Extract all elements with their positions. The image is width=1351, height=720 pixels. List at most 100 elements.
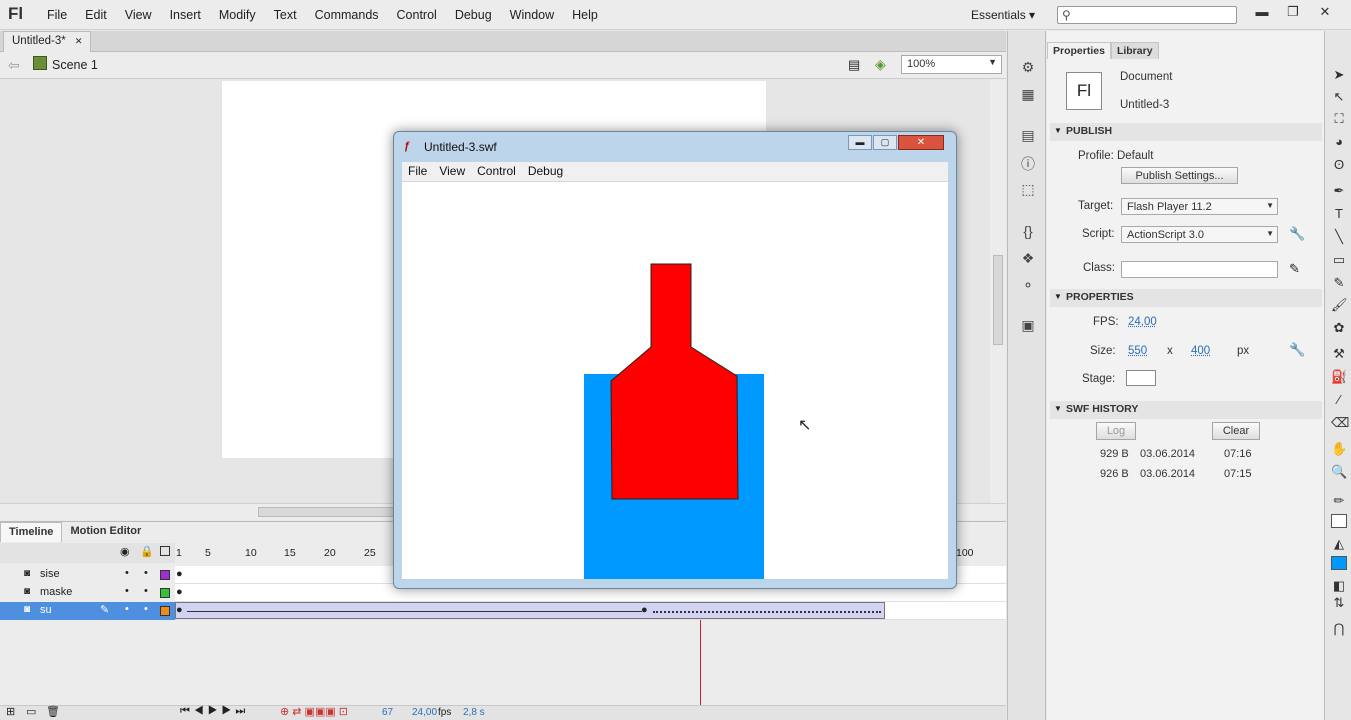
collapse-icon[interactable]: ▼ [1054,292,1062,301]
layer-color-swatch[interactable] [160,606,170,616]
width-input[interactable]: 550 [1128,345,1147,357]
publish-settings-button[interactable]: Publish Settings... [1121,167,1238,184]
edit-symbols-icon[interactable]: ▤ [848,57,860,73]
pencil-icon[interactable]: ✎ [1289,261,1300,277]
menu-commands[interactable]: Commands [306,8,388,22]
onion-skin-icons[interactable]: ⊕ ⇄ ▣▣▣ ⊡ [280,705,348,718]
paint-bucket-tool-icon[interactable]: ⛽ [1331,369,1347,385]
layer-name[interactable]: sise [40,568,60,580]
tab-timeline[interactable]: Timeline [0,522,63,542]
free-transform-tool-icon[interactable]: ⛶ [1331,111,1347,127]
bone-tool-icon[interactable]: ⚒ [1331,346,1347,362]
text-tool-icon[interactable]: T [1331,206,1347,222]
edit-scene-icon[interactable]: ◈ [875,56,886,73]
eye-icon[interactable]: ◉ [120,545,130,558]
layer-color-swatch[interactable] [160,570,170,580]
subselection-tool-icon[interactable]: ↖ [1331,89,1347,105]
swf-menu-view[interactable]: View [433,162,471,181]
lock-icon[interactable]: 🔒 [140,545,154,558]
properties-section-header[interactable]: PROPERTIES [1050,289,1322,307]
layer-name[interactable]: su [40,604,52,616]
swf-canvas[interactable] [402,182,948,579]
wrench-icon[interactable]: 🔧 [1289,342,1305,358]
rectangle-tool-icon[interactable]: ▭ [1331,252,1347,268]
close-icon[interactable]: ✕ [75,36,83,46]
outline-icon[interactable] [160,546,170,556]
class-input[interactable] [1121,261,1278,278]
stroke-color-icon[interactable]: ✏ [1331,493,1347,509]
swap-colors-icon[interactable]: ⇅ [1331,595,1347,611]
vertical-scrollbar[interactable] [990,79,1006,503]
components-icon[interactable]: ❖ [1018,250,1038,268]
swf-close-button[interactable]: ✕ [898,135,944,150]
tab-properties[interactable]: Properties [1047,42,1111,59]
menu-modify[interactable]: Modify [210,8,265,22]
visible-dot[interactable]: • [125,585,129,597]
playback-controls[interactable]: ⏮◀▶▶⏭ [180,705,249,718]
script-select[interactable]: ActionScript 3.0 ▼ [1121,226,1278,243]
clear-button[interactable]: Clear [1212,422,1260,440]
layer-color-swatch[interactable] [160,588,170,598]
new-folder-icon[interactable]: ▭ [26,705,36,718]
transform-icon[interactable]: ⬚ [1018,181,1038,199]
stage-color-swatch[interactable] [1126,370,1156,386]
swf-minimize-button[interactable]: ▬ [848,135,872,150]
menu-insert[interactable]: Insert [161,8,210,22]
movie-explorer-icon[interactable]: ▣ [1018,317,1038,335]
motion-presets-icon[interactable]: ⚙ [1018,59,1038,77]
brush-tool-icon[interactable]: 🖌 [1331,297,1348,313]
current-frame[interactable]: 67 [382,707,393,718]
workspace-switcher[interactable]: Essentials ▾ [971,8,1035,22]
height-input[interactable]: 400 [1191,345,1210,357]
publish-section-header[interactable]: PUBLISH [1050,123,1322,141]
layer-row-sise[interactable]: ◙ sise • • [0,566,175,584]
visible-dot[interactable]: • [125,567,129,579]
swf-history-header[interactable]: SWF HISTORY [1050,401,1322,419]
new-layer-icon[interactable]: ⊞ [6,705,15,718]
collapse-icon[interactable]: ▼ [1054,404,1062,413]
layer-row-maske[interactable]: ◙ maske • • [0,584,175,602]
hand-tool-icon[interactable]: ✋ [1331,441,1347,457]
bone-icon[interactable]: ⚬ [1018,277,1038,295]
restore-button[interactable]: ❐ [1278,3,1308,23]
wrench-icon[interactable]: 🔧 [1289,226,1305,242]
scroll-thumb[interactable] [993,255,1003,345]
eyedropper-tool-icon[interactable]: ⁄ [1331,392,1347,408]
code-snippets-icon[interactable]: {} [1018,223,1038,241]
eraser-tool-icon[interactable]: ⌫ [1331,415,1349,431]
stroke-swatch[interactable] [1331,514,1347,528]
collapse-icon[interactable]: ▼ [1054,126,1062,135]
keyframe[interactable]: ● [176,568,183,580]
lock-dot[interactable]: • [144,585,148,597]
deco-tool-icon[interactable]: ✿ [1331,320,1347,336]
target-select[interactable]: Flash Player 11.2 ▼ [1121,198,1278,215]
menu-control[interactable]: Control [388,8,446,22]
lock-dot[interactable]: • [144,603,148,615]
lasso-tool-icon[interactable]: ʘ [1331,157,1347,173]
fps-input[interactable]: 24,00 [1128,316,1157,328]
align-icon[interactable]: ▤ [1018,127,1038,145]
back-arrow-icon[interactable]: ⇦ [8,57,20,74]
delete-layer-icon[interactable]: 🗑 [46,705,60,718]
close-button[interactable]: ✕ [1310,3,1340,23]
keyframe[interactable]: ● [176,586,183,598]
layer-row-su[interactable]: ◙ su ✎ • • [0,602,175,620]
3d-rotation-tool-icon[interactable]: ◕ [1331,134,1347,150]
menu-text[interactable]: Text [265,8,306,22]
search-input[interactable]: ⚲ [1057,6,1237,24]
menu-edit[interactable]: Edit [76,8,116,22]
tab-library[interactable]: Library [1110,42,1159,59]
pencil-tool-icon[interactable]: ✎ [1331,275,1347,291]
document-tab[interactable]: Untitled-3* ✕ [3,31,92,52]
visible-dot[interactable]: • [125,603,129,615]
lock-dot[interactable]: • [144,567,148,579]
tab-motion-editor[interactable]: Motion Editor [62,522,149,542]
menu-view[interactable]: View [116,8,161,22]
info-icon[interactable]: ⓘ [1018,154,1038,172]
fps-value[interactable]: 24,00 [412,707,437,718]
fill-color-icon[interactable]: ◭ [1331,536,1347,552]
minimize-button[interactable]: ▬ [1247,3,1277,23]
line-tool-icon[interactable]: ╲ [1331,229,1347,245]
selection-tool-icon[interactable]: ➤ [1331,67,1347,83]
zoom-select[interactable]: 100% ▼ [901,55,1002,74]
